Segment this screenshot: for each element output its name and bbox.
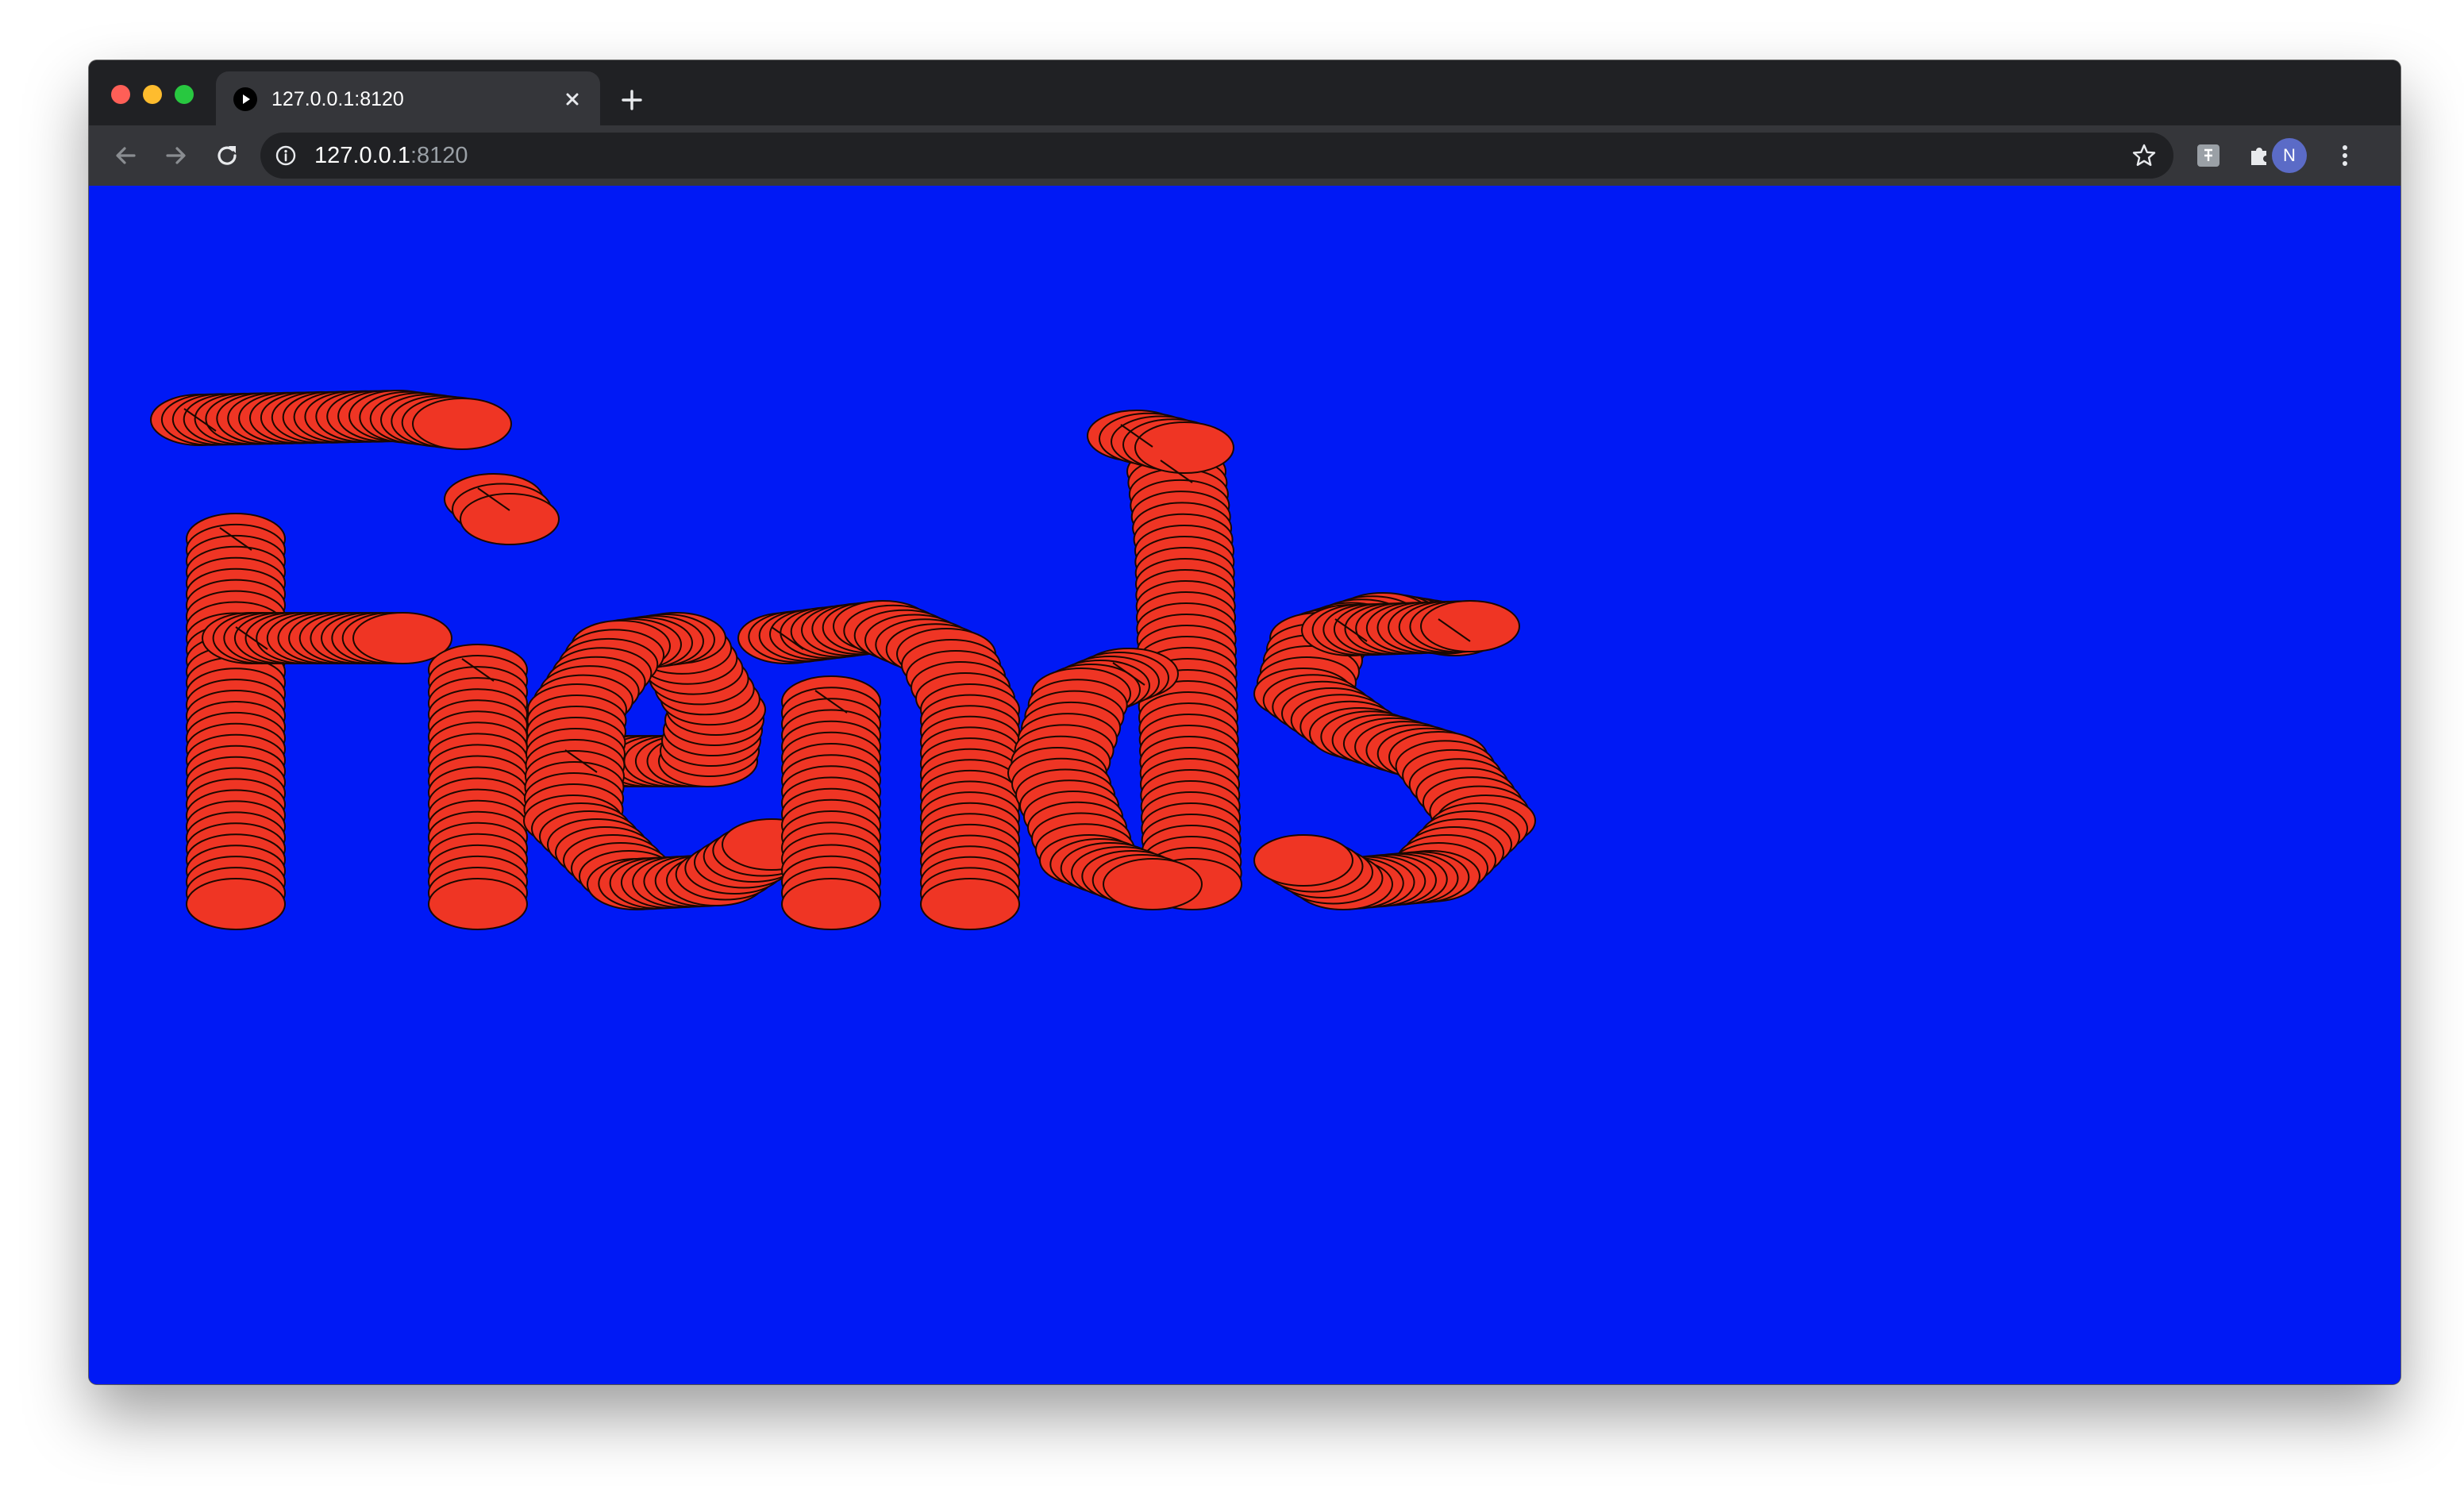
forward-arrow-icon[interactable] <box>160 140 192 171</box>
letter-s <box>1253 592 1536 910</box>
play-icon <box>233 87 257 111</box>
disc <box>1103 858 1203 910</box>
tab-strip: 127.0.0.1:8120 <box>89 60 2400 125</box>
profile-avatar[interactable]: N <box>2272 138 2307 173</box>
url-host: 127.0.0.1 <box>314 143 410 168</box>
disc-letters-artwork <box>150 390 1536 930</box>
disc <box>781 878 881 930</box>
disc <box>186 878 286 930</box>
close-window-button[interactable] <box>111 85 130 104</box>
bookmark-star-icon[interactable] <box>2131 142 2158 169</box>
active-tab[interactable]: 127.0.0.1:8120 <box>216 71 600 125</box>
toolbar: 127.0.0.1:8120 N <box>89 125 2400 186</box>
disc <box>428 878 528 930</box>
extension-icon[interactable] <box>2191 138 2226 173</box>
new-tab-icon[interactable] <box>616 84 648 116</box>
menu-kebab-icon[interactable] <box>2327 138 2362 173</box>
close-icon[interactable] <box>559 86 586 113</box>
disc <box>460 493 560 545</box>
disc <box>412 398 512 450</box>
url-port: :8120 <box>410 143 468 168</box>
back-arrow-icon[interactable] <box>110 140 141 171</box>
desktop: 127.0.0.1:8120 127.0.0.1:8120 N <box>0 0 2464 1489</box>
reload-icon[interactable] <box>211 140 243 171</box>
info-icon[interactable] <box>275 144 297 167</box>
disc <box>1134 421 1234 474</box>
browser-window: 127.0.0.1:8120 127.0.0.1:8120 N <box>89 60 2400 1384</box>
url-text: 127.0.0.1:8120 <box>314 143 468 168</box>
disc <box>1420 600 1520 652</box>
disc <box>920 878 1020 930</box>
tab-title: 127.0.0.1:8120 <box>271 88 404 110</box>
page-canvas <box>89 186 2400 1384</box>
maximize-window-button[interactable] <box>175 85 194 104</box>
letter-d <box>1007 410 1242 910</box>
disc <box>1253 834 1353 887</box>
minimize-window-button[interactable] <box>143 85 162 104</box>
address-bar[interactable]: 127.0.0.1:8120 <box>260 133 2173 179</box>
